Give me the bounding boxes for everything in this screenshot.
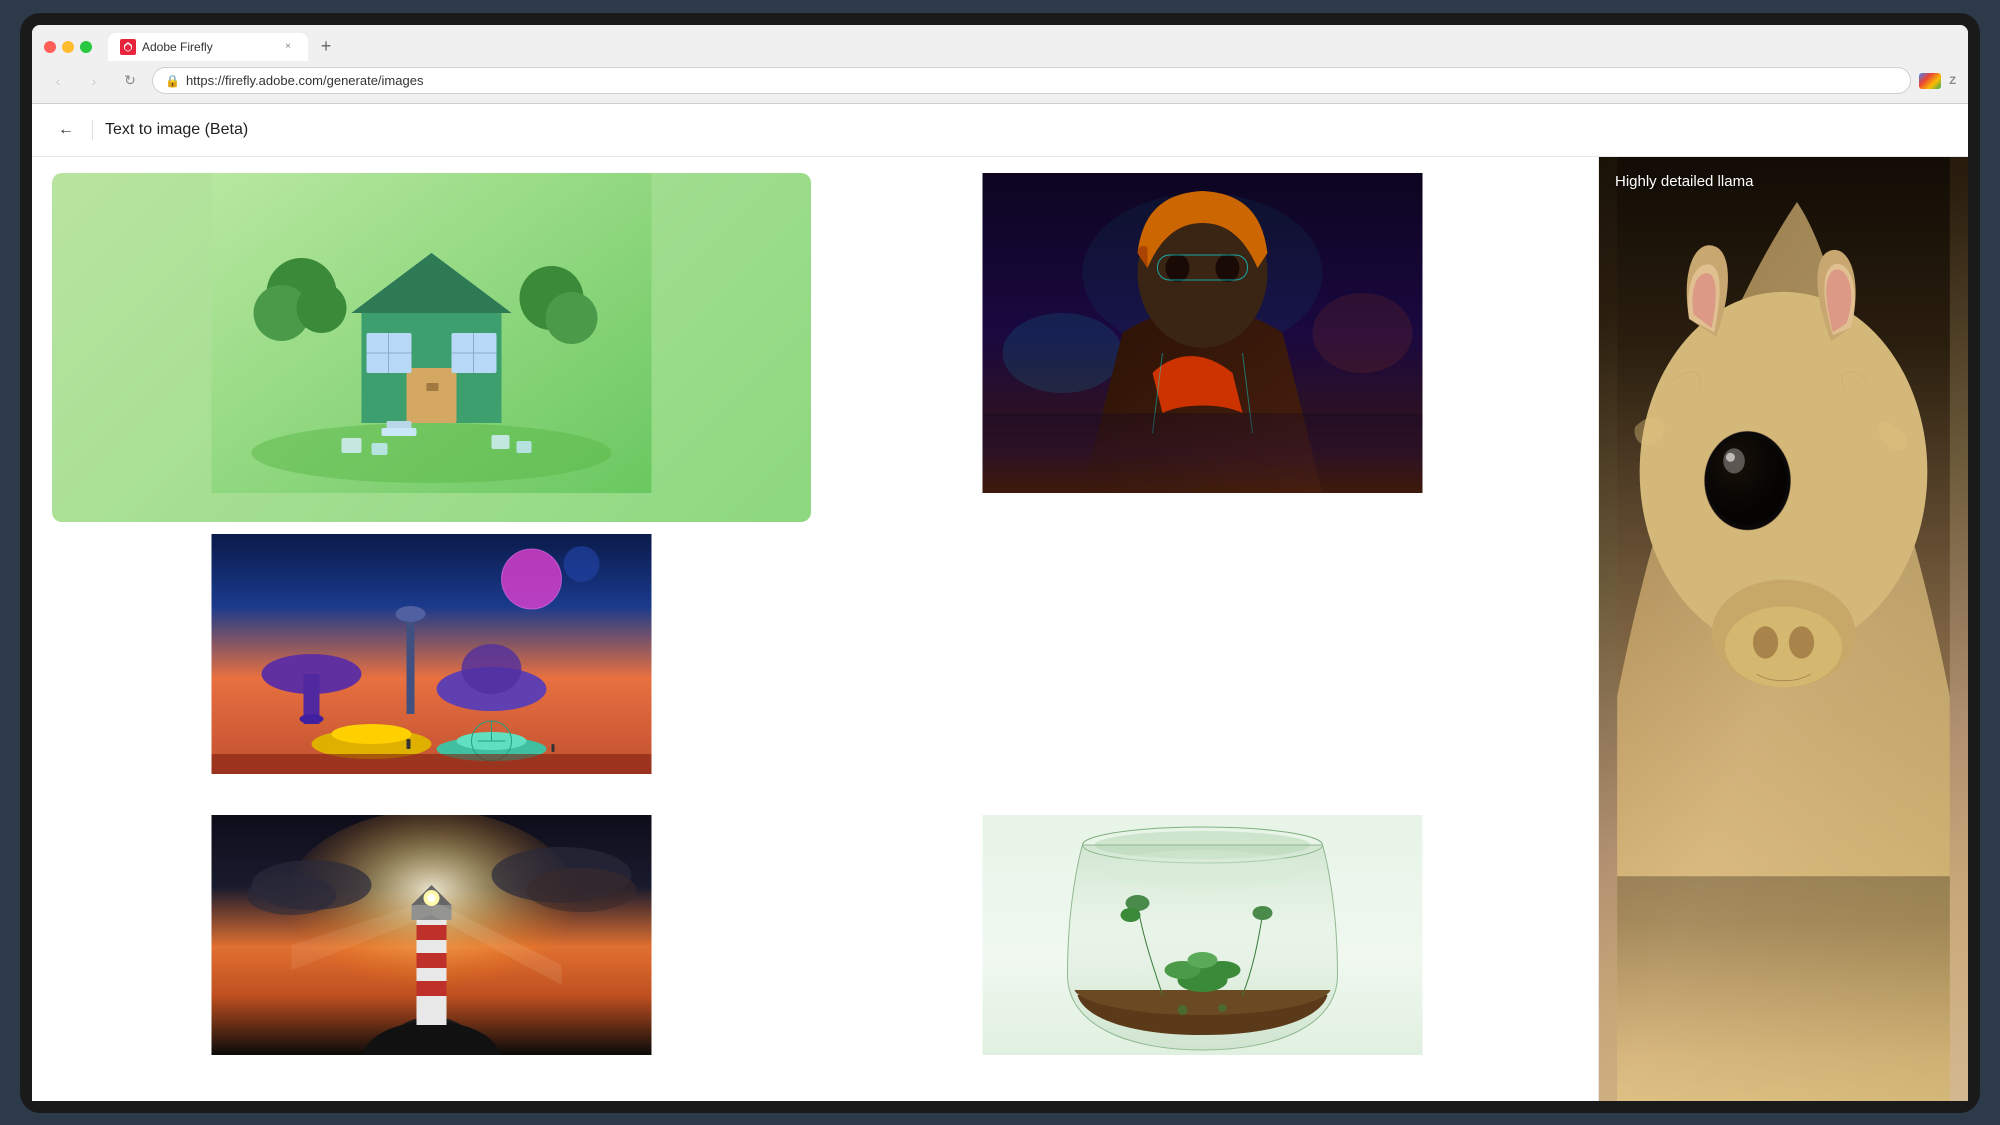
gallery-item-lighthouse[interactable] [52, 815, 811, 1084]
page-back-button[interactable]: ← [52, 116, 80, 144]
new-tab-button[interactable]: + [312, 33, 340, 61]
lock-icon: 🔒 [165, 74, 180, 88]
maximize-traffic-light[interactable] [80, 41, 92, 53]
browser-tab[interactable]: Adobe Firefly × [108, 33, 308, 61]
llama-image-container[interactable]: Highly detailed llama [1599, 157, 1968, 1101]
gallery-item-house[interactable] [52, 173, 811, 522]
close-traffic-light[interactable] [44, 41, 56, 53]
gallery-area: Highly detailed llama [32, 157, 1968, 1101]
tab-bar: Adobe Firefly × + [32, 25, 1968, 61]
lighthouse-image [52, 815, 811, 1084]
browser-extensions: Z Z [1919, 73, 1956, 89]
zoom-level: Z [1949, 75, 1956, 87]
page-header: ← Text to image (Beta) [32, 104, 1968, 157]
gallery-item-terrarium[interactable] [823, 815, 1582, 1084]
extension-icon: Z [1919, 73, 1941, 89]
gallery-item-scifi[interactable] [52, 534, 811, 803]
scifi-image [52, 534, 811, 803]
sidebar-panel: Highly detailed llama [1598, 157, 1968, 1101]
tab-close-button[interactable]: × [280, 39, 296, 55]
terrarium-image [823, 815, 1582, 1084]
gallery-grid [32, 157, 1598, 1101]
forward-nav-button[interactable]: › [80, 67, 108, 95]
gallery-item-cyberpunk[interactable] [823, 173, 1582, 522]
back-nav-button[interactable]: ‹ [44, 67, 72, 95]
llama-label: Highly detailed llama [1615, 173, 1753, 190]
page-content: ← Text to image (Beta) [32, 104, 1968, 1101]
cyberpunk-image [823, 173, 1582, 522]
screen: Adobe Firefly × + ‹ › ↻ 🔒 https://firefl… [32, 25, 1968, 1101]
page-title: Text to image (Beta) [105, 121, 248, 139]
url-text: https://firefly.adobe.com/generate/image… [186, 73, 424, 88]
refresh-button[interactable]: ↻ [116, 67, 144, 95]
browser-chrome: Adobe Firefly × + ‹ › ↻ 🔒 https://firefl… [32, 25, 1968, 104]
header-divider [92, 120, 93, 140]
tab-title: Adobe Firefly [142, 40, 274, 54]
laptop-frame: Adobe Firefly × + ‹ › ↻ 🔒 https://firefl… [20, 13, 1980, 1113]
url-bar[interactable]: 🔒 https://firefly.adobe.com/generate/ima… [152, 67, 1911, 94]
house-image [52, 173, 811, 522]
tab-favicon [120, 39, 136, 55]
traffic-lights [44, 41, 92, 53]
address-bar: ‹ › ↻ 🔒 https://firefly.adobe.com/genera… [32, 61, 1968, 103]
minimize-traffic-light[interactable] [62, 41, 74, 53]
